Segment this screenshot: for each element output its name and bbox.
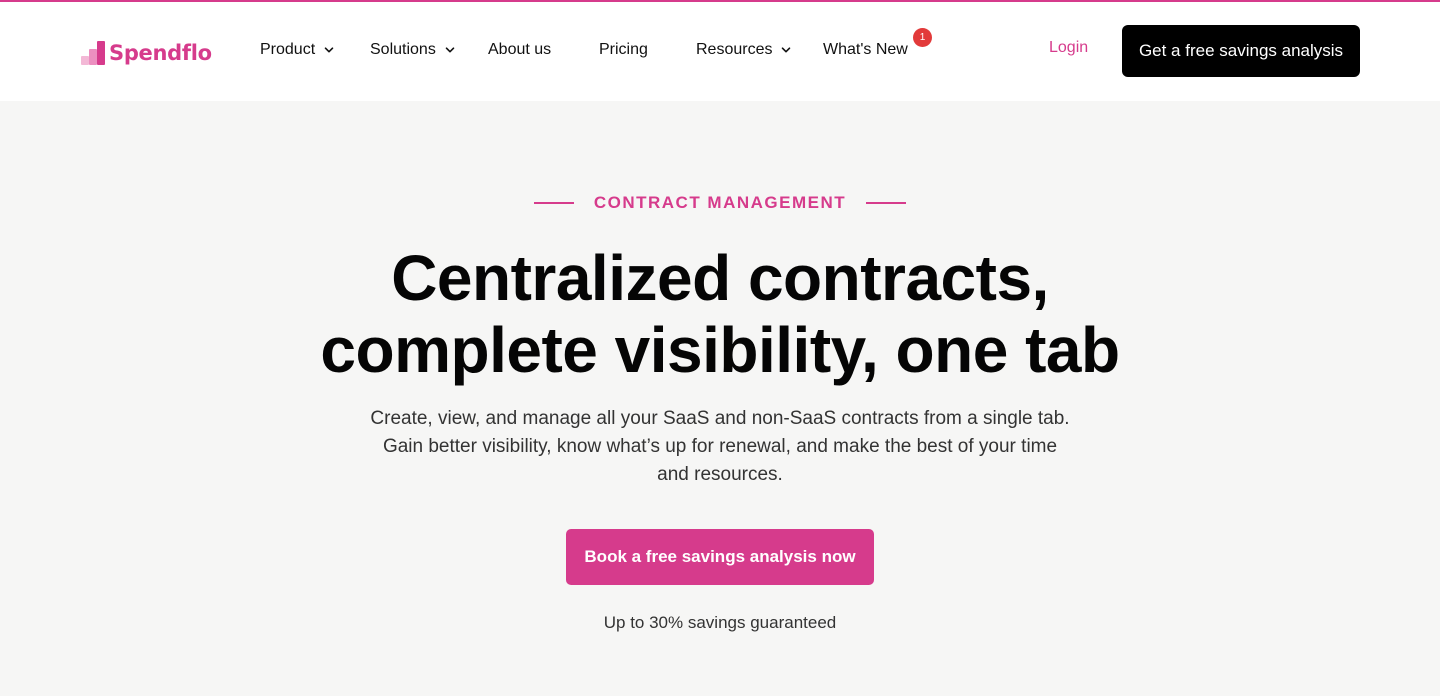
eyebrow-line-right [866,202,907,204]
site-header: Spendflo Product Solutions About us Pric… [0,2,1440,101]
book-savings-analysis-button[interactable]: Book a free savings analysis now [566,529,874,585]
eyebrow-line-left [533,202,574,204]
chevron-down-icon [445,47,455,53]
nav-item-label: Pricing [599,41,648,58]
nav-item-whats-new[interactable]: What's New [823,39,908,61]
nav-item-label: About us [488,41,552,58]
logo-text: Spendflo [109,41,212,65]
spendflo-logo[interactable]: Spendflo [81,39,212,67]
hero-subtitle: Create, view, and manage all your SaaS a… [370,408,1070,485]
nav-item-label: What's New [823,41,908,58]
nav-item-solutions[interactable]: Solutions [370,39,455,61]
chevron-down-icon [782,47,791,53]
eyebrow: CONTRACT MANAGEMENT [0,193,1440,213]
hero-title-line-1: Centralized contracts, [391,242,1049,314]
login-link[interactable]: Login [1049,39,1088,57]
chevron-down-icon [324,47,334,53]
nav-item-about-us[interactable]: About us [488,39,551,61]
notification-badge: 1 [913,28,932,47]
nav-item-resources[interactable]: Resources [696,39,791,61]
hero-title: Centralized contracts, complete visibili… [220,242,1220,386]
nav-item-label: Resources [696,41,773,58]
get-savings-analysis-button[interactable]: Get a free savings analysis [1122,25,1360,77]
nav-item-label: Product [260,41,316,58]
eyebrow-text: CONTRACT MANAGEMENT [593,193,847,212]
logo-bars-icon [81,41,105,65]
nav-item-label: Solutions [370,41,436,58]
nav-item-pricing[interactable]: Pricing [599,39,648,61]
savings-guarantee-text: Up to 30% savings guaranteed [603,613,837,632]
nav-item-product[interactable]: Product [260,39,334,61]
hero-title-line-2: complete visibility, one tab [320,314,1120,386]
